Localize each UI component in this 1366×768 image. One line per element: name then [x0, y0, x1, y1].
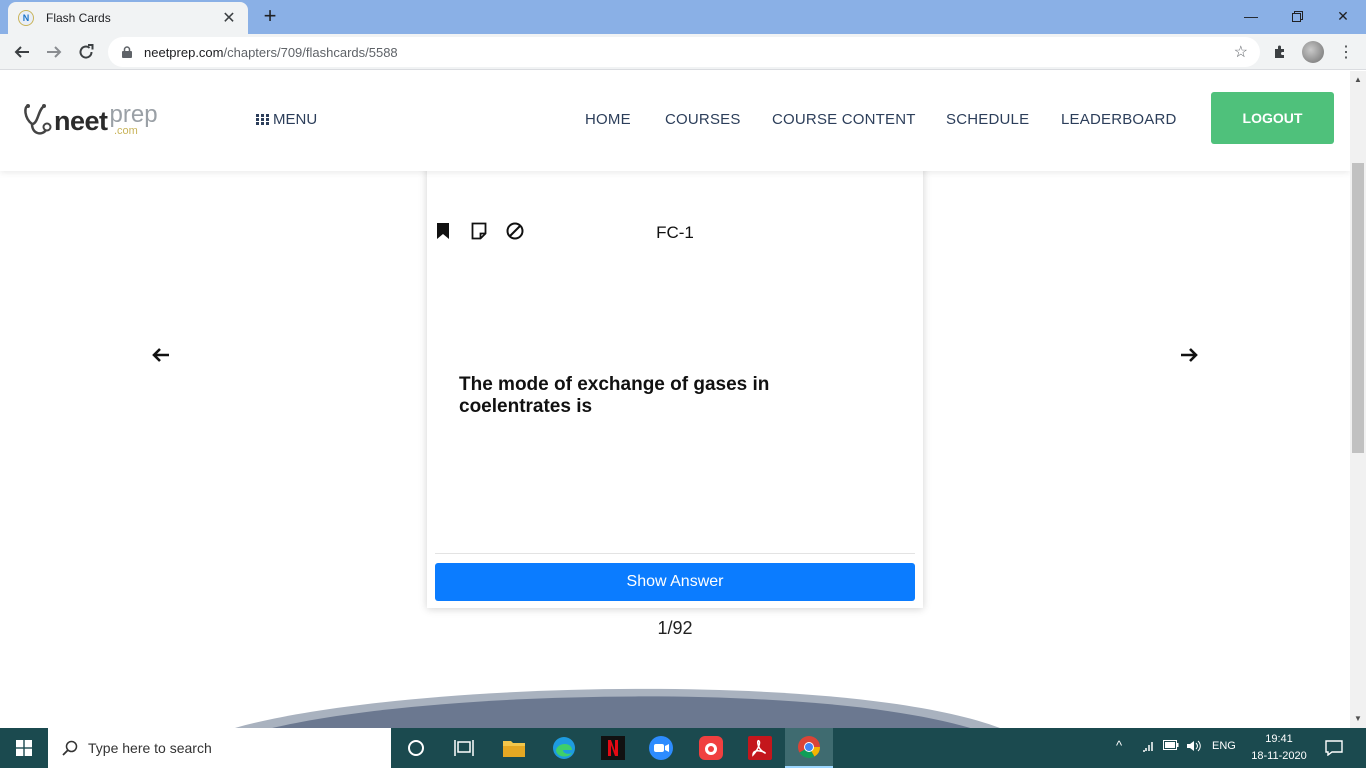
reload-icon[interactable] [72, 38, 100, 66]
minimize-icon[interactable]: — [1228, 0, 1274, 32]
back-icon[interactable] [8, 38, 36, 66]
menu-label: MENU [273, 111, 318, 128]
grid-menu-icon [256, 114, 269, 125]
taskbar-search-box[interactable]: Type here to search [48, 728, 391, 768]
show-answer-button[interactable]: Show Answer [435, 563, 915, 601]
new-tab-button[interactable]: + [258, 4, 282, 28]
scrollbar-thumb[interactable] [1352, 163, 1364, 453]
restore-icon[interactable] [1274, 0, 1320, 32]
volume-icon[interactable] [1186, 740, 1202, 755]
logo-com-text: .com [114, 125, 138, 137]
logo-neet-text: neet [54, 105, 108, 136]
card-counter: 1/92 [657, 618, 693, 638]
favicon-icon: N [18, 10, 34, 26]
task-view-icon[interactable] [450, 734, 478, 762]
clock-date: 18-11-2020 [1251, 750, 1307, 762]
nav-course-content[interactable]: COURSE CONTENT [772, 111, 916, 128]
next-card-arrow-icon[interactable] [1179, 347, 1199, 363]
scroll-up-icon[interactable]: ▲ [1354, 75, 1362, 84]
bookmark-star-icon[interactable]: ☆ [1234, 42, 1248, 62]
browser-tabstrip: N Flash Cards ✕ + — ✕ [0, 0, 1366, 34]
forward-icon[interactable] [40, 38, 68, 66]
site-header: neet prep .com MENU HOME COURSES COURSE … [0, 71, 1350, 171]
more-menu-icon[interactable]: ⋮ [1336, 42, 1356, 62]
search-placeholder: Type here to search [88, 740, 212, 756]
flashcard-toolbar [433, 221, 525, 241]
block-icon[interactable] [505, 221, 525, 241]
address-bar[interactable]: neetprep.com/chapters/709/flashcards/558… [108, 37, 1260, 67]
profile-avatar[interactable] [1302, 41, 1324, 63]
system-clock[interactable]: 19:41 18-11-2020 [1242, 731, 1316, 765]
menu-button[interactable]: MENU [256, 111, 317, 128]
clock-time: 19:41 [1265, 733, 1293, 745]
scroll-down-icon[interactable]: ▼ [1354, 714, 1362, 723]
flashcard: FC-1 The mode of exchange of gases in co… [427, 131, 923, 608]
close-tab-icon[interactable]: ✕ [220, 8, 238, 28]
stethoscope-icon [24, 104, 52, 135]
browser-tab[interactable]: N Flash Cards ✕ [8, 2, 248, 34]
screen-recorder-icon[interactable] [697, 734, 725, 762]
url-domain: neetprep.com [144, 44, 224, 60]
nav-courses[interactable]: COURSES [665, 111, 741, 128]
file-explorer-icon[interactable] [500, 734, 528, 762]
cortana-icon[interactable] [402, 734, 430, 762]
close-window-icon[interactable]: ✕ [1320, 0, 1366, 32]
edge-browser-icon[interactable] [550, 734, 578, 762]
neetprep-logo[interactable]: neet prep .com [22, 101, 158, 141]
network-icon[interactable] [1142, 740, 1156, 755]
lock-icon[interactable] [120, 45, 134, 59]
notifications-icon[interactable] [1320, 734, 1348, 762]
zoom-icon[interactable] [647, 734, 675, 762]
nav-home[interactable]: HOME [585, 111, 631, 128]
url-path: /chapters/709/flashcards/5588 [223, 44, 398, 60]
battery-icon[interactable] [1163, 740, 1179, 753]
bookmark-icon[interactable] [433, 221, 453, 241]
previous-card-arrow-icon[interactable] [151, 347, 171, 363]
card-divider [435, 553, 915, 554]
url-text: neetprep.com/chapters/709/flashcards/558… [144, 45, 398, 60]
acrobat-reader-icon[interactable] [746, 734, 774, 762]
logout-button[interactable]: LOGOUT [1211, 92, 1334, 144]
search-icon [62, 740, 78, 756]
flashcard-question: The mode of exchange of gases in coelent… [459, 374, 770, 417]
chrome-taskbar-icon[interactable] [785, 728, 833, 768]
tray-overflow-icon[interactable]: ^ [1116, 738, 1122, 753]
extensions-icon[interactable] [1270, 42, 1290, 62]
page-content: neet prep .com MENU HOME COURSES COURSE … [0, 71, 1350, 728]
tab-title: Flash Cards [46, 11, 111, 25]
page-scrollbar[interactable]: ▲ ▼ [1350, 71, 1366, 728]
windows-start-icon[interactable] [0, 728, 48, 768]
nav-schedule[interactable]: SCHEDULE [946, 111, 1029, 128]
windows-taskbar: Type here to search ^ ENG 19:41 18-11-20… [0, 728, 1366, 768]
netflix-icon[interactable] [599, 734, 627, 762]
browser-toolbar: neetprep.com/chapters/709/flashcards/558… [0, 34, 1366, 70]
nav-leaderboard[interactable]: LEADERBOARD [1061, 111, 1177, 128]
decorative-wave [235, 688, 1000, 728]
note-icon[interactable] [469, 221, 489, 241]
language-indicator[interactable]: ENG [1212, 740, 1236, 752]
